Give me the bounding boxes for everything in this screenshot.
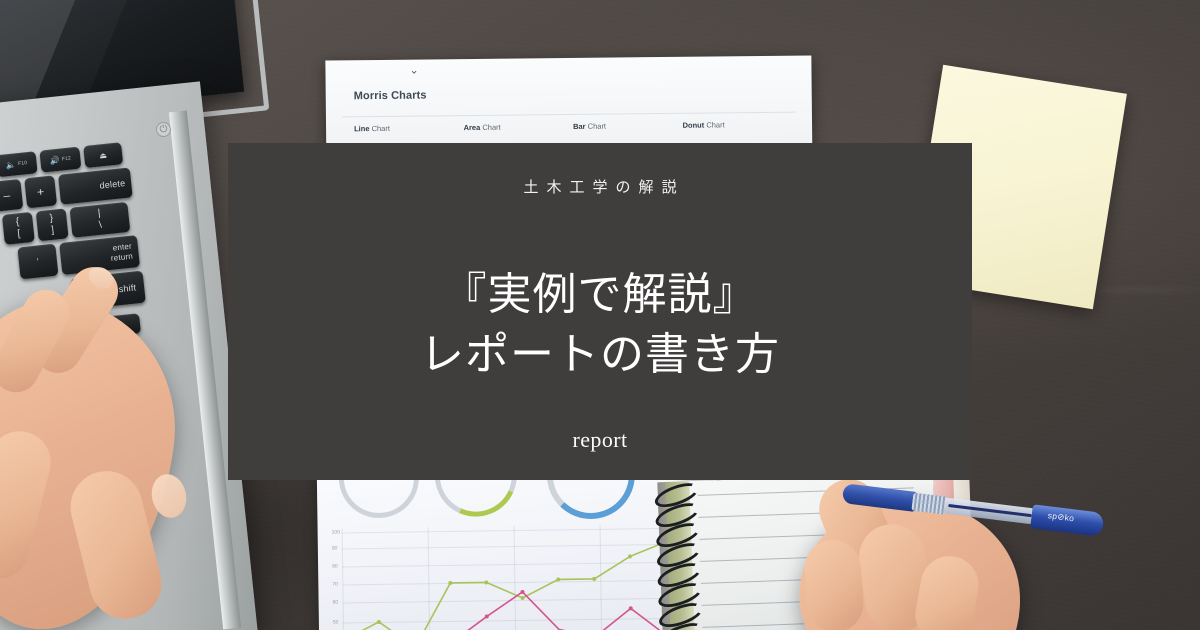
key-eject[interactable]: ⏏ xyxy=(83,142,124,169)
title-overlay-card: 土木工学の解説 『実例で解説』 レポートの書き方 report xyxy=(228,143,972,480)
right-ring-finger xyxy=(802,538,866,630)
pen-metal-ring xyxy=(911,492,948,515)
page-title-line-1: 『実例で解説』 xyxy=(442,270,758,319)
divider xyxy=(341,111,796,118)
chevron-down-icon: ⌄ xyxy=(409,64,419,77)
key-backslash[interactable]: | \ xyxy=(69,201,131,238)
link-area-chart: Area Chart xyxy=(463,122,501,133)
key-volume-down-f10[interactable]: 🔈 F10 xyxy=(0,151,38,178)
category-eyebrow: 土木工学の解説 xyxy=(523,179,685,196)
key-plus[interactable]: + xyxy=(24,175,58,209)
key-bracket-right[interactable]: }] xyxy=(35,208,69,242)
link-line-chart: Line Chart xyxy=(354,123,390,134)
key-volume-up-f12[interactable]: 🔊 F12 xyxy=(39,146,82,173)
key-minus[interactable]: – xyxy=(0,178,24,212)
page-title: 『実例で解説』 レポートの書き方 xyxy=(420,265,780,385)
link-bar-chart: Bar Chart xyxy=(573,121,607,131)
page-title-line-2: レポートの書き方 xyxy=(420,329,780,379)
key-quote[interactable]: ’ xyxy=(17,243,59,280)
kicker-label: report xyxy=(572,426,628,452)
link-donut-chart: Donut Chart xyxy=(682,120,725,130)
screenshot-canvas: ⌄ Morris Charts Line Chart Area Chart Ba… xyxy=(0,0,1200,630)
morris-chart-links: Line Chart Area Chart Bar Chart Donut Ch… xyxy=(354,120,792,134)
key-bracket-left[interactable]: {[ xyxy=(1,211,35,245)
key-delete[interactable]: delete xyxy=(57,167,133,205)
morris-charts-title: Morris Charts xyxy=(353,89,427,103)
